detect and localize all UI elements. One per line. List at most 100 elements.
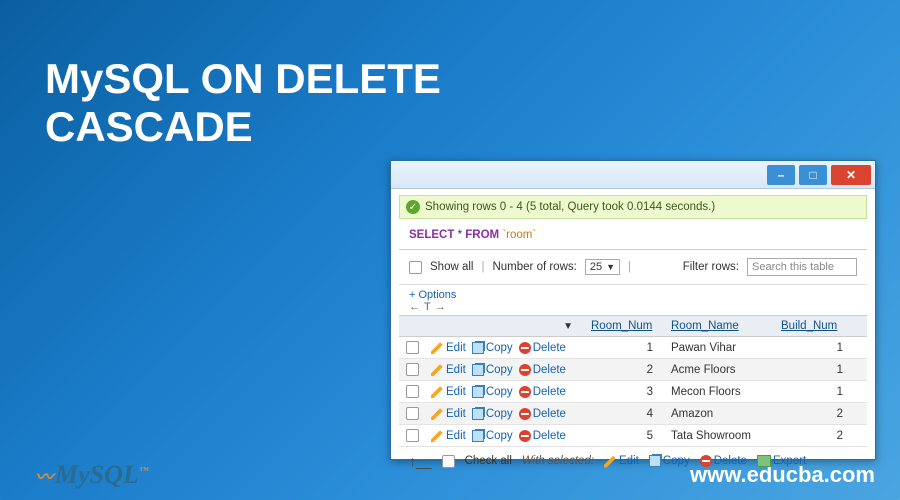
edit-button[interactable]: Edit: [431, 363, 466, 376]
cell-build-num: 1: [775, 382, 855, 402]
num-rows-value: 25: [590, 261, 602, 273]
filter-bar: Show all | Number of rows: 25 ▼ | Filter…: [399, 250, 867, 285]
cell-room-num: 5: [585, 426, 665, 446]
edit-button[interactable]: Edit: [431, 429, 466, 442]
cell-room-name: Acme Floors: [665, 360, 775, 380]
num-rows-select[interactable]: 25 ▼: [585, 259, 620, 275]
delete-button[interactable]: Delete: [519, 430, 566, 442]
delete-icon: [519, 408, 531, 420]
column-t: T: [424, 301, 431, 313]
pencil-icon: [604, 455, 617, 468]
sql-table: `room`: [502, 229, 536, 241]
header-actions-col: ▼: [425, 317, 585, 336]
header-room-name[interactable]: Room_Name: [665, 316, 775, 336]
header-room-num[interactable]: Room_Num: [585, 316, 665, 336]
cell-room-num: 4: [585, 404, 665, 424]
delete-button[interactable]: Delete: [519, 386, 566, 398]
copy-icon: [472, 364, 484, 376]
cell-build-num: 1: [775, 338, 855, 358]
cell-room-name: Tata Showroom: [665, 426, 775, 446]
cell-build-num: 2: [775, 404, 855, 424]
divider: |: [628, 261, 631, 273]
copy-button[interactable]: Copy: [472, 408, 513, 420]
delete-button[interactable]: Delete: [519, 408, 566, 420]
query-status: ✓ Showing rows 0 - 4 (5 total, Query too…: [399, 195, 867, 219]
bulk-delete-button[interactable]: Delete: [700, 455, 747, 467]
show-all-checkbox[interactable]: [409, 261, 422, 274]
sort-caret-icon[interactable]: ▼: [563, 321, 573, 332]
arrow-left-icon[interactable]: ←: [409, 301, 420, 313]
copy-button[interactable]: Copy: [472, 386, 513, 398]
results-table: ▼ Room_Num Room_Name Build_Num Edit Copy…: [399, 315, 867, 447]
copy-icon: [472, 430, 484, 442]
divider: |: [481, 261, 484, 273]
page-title: MySQL ON DELETE CASCADE: [45, 55, 441, 152]
header-build-num[interactable]: Build_Num: [775, 316, 855, 336]
select-arrow-icon: ↑__: [409, 453, 432, 469]
table-row: Edit Copy Delete 5 Tata Showroom 2: [399, 425, 867, 447]
edit-button[interactable]: Edit: [431, 407, 466, 420]
check-all-label: Check all: [465, 455, 512, 467]
cell-room-num: 1: [585, 338, 665, 358]
row-checkbox[interactable]: [406, 429, 419, 442]
window-titlebar: – □ ✕: [391, 161, 875, 189]
window-content: ✓ Showing rows 0 - 4 (5 total, Query too…: [391, 195, 875, 475]
search-input[interactable]: Search this table: [747, 258, 857, 276]
cell-build-num: 1: [775, 360, 855, 380]
cell-room-num: 2: [585, 360, 665, 380]
dolphin-icon: 〰: [35, 467, 53, 487]
cell-room-name: Amazon: [665, 404, 775, 424]
with-selected-label: With selected:: [522, 455, 594, 467]
arrow-right-icon[interactable]: →: [435, 301, 446, 313]
delete-icon: [700, 455, 712, 467]
row-checkbox[interactable]: [406, 341, 419, 354]
filter-rows-label: Filter rows:: [683, 261, 739, 273]
copy-icon: [649, 455, 661, 467]
pencil-icon: [431, 385, 444, 398]
table-row: Edit Copy Delete 2 Acme Floors 1: [399, 359, 867, 381]
cell-room-num: 3: [585, 382, 665, 402]
copy-button[interactable]: Copy: [472, 430, 513, 442]
table-row: Edit Copy Delete 1 Pawan Vihar 1: [399, 337, 867, 359]
table-row: Edit Copy Delete 3 Mecon Floors 1: [399, 381, 867, 403]
window-close-button[interactable]: ✕: [831, 165, 871, 185]
bulk-edit-button[interactable]: Edit: [604, 455, 639, 468]
title-line-1: MySQL ON DELETE: [45, 55, 441, 102]
sql-select: SELECT: [409, 229, 454, 241]
title-line-2: CASCADE: [45, 103, 253, 150]
delete-button[interactable]: Delete: [519, 342, 566, 354]
status-text: Showing rows 0 - 4 (5 total, Query took …: [425, 201, 715, 213]
logo-text: MySQL: [55, 460, 139, 489]
check-all-checkbox[interactable]: [442, 455, 455, 468]
cell-room-name: Mecon Floors: [665, 382, 775, 402]
show-all-label: Show all: [430, 261, 473, 273]
window-minimize-button[interactable]: –: [767, 165, 795, 185]
edit-button[interactable]: Edit: [431, 385, 466, 398]
sql-star: *: [458, 229, 462, 241]
mysql-logo: 〰MySQL™: [35, 460, 149, 490]
pencil-icon: [431, 341, 444, 354]
row-checkbox[interactable]: [406, 385, 419, 398]
copy-icon: [472, 386, 484, 398]
copy-button[interactable]: Copy: [472, 364, 513, 376]
row-checkbox[interactable]: [406, 363, 419, 376]
cell-build-num: 2: [775, 426, 855, 446]
export-icon: [757, 455, 771, 467]
copy-button[interactable]: Copy: [472, 342, 513, 354]
bulk-export-button[interactable]: Export: [757, 455, 806, 467]
delete-button[interactable]: Delete: [519, 364, 566, 376]
chevron-down-icon: ▼: [606, 262, 615, 272]
row-checkbox[interactable]: [406, 407, 419, 420]
bulk-copy-button[interactable]: Copy: [649, 455, 690, 467]
sql-from: FROM: [465, 229, 499, 241]
window-maximize-button[interactable]: □: [799, 165, 827, 185]
table-row: Edit Copy Delete 4 Amazon 2: [399, 403, 867, 425]
delete-icon: [519, 342, 531, 354]
options-toggle[interactable]: + Options: [409, 289, 456, 301]
check-icon: ✓: [406, 200, 420, 214]
delete-icon: [519, 364, 531, 376]
logo-tm: ™: [139, 465, 149, 476]
edit-button[interactable]: Edit: [431, 341, 466, 354]
header-checkbox-col: [399, 322, 425, 330]
pencil-icon: [431, 363, 444, 376]
